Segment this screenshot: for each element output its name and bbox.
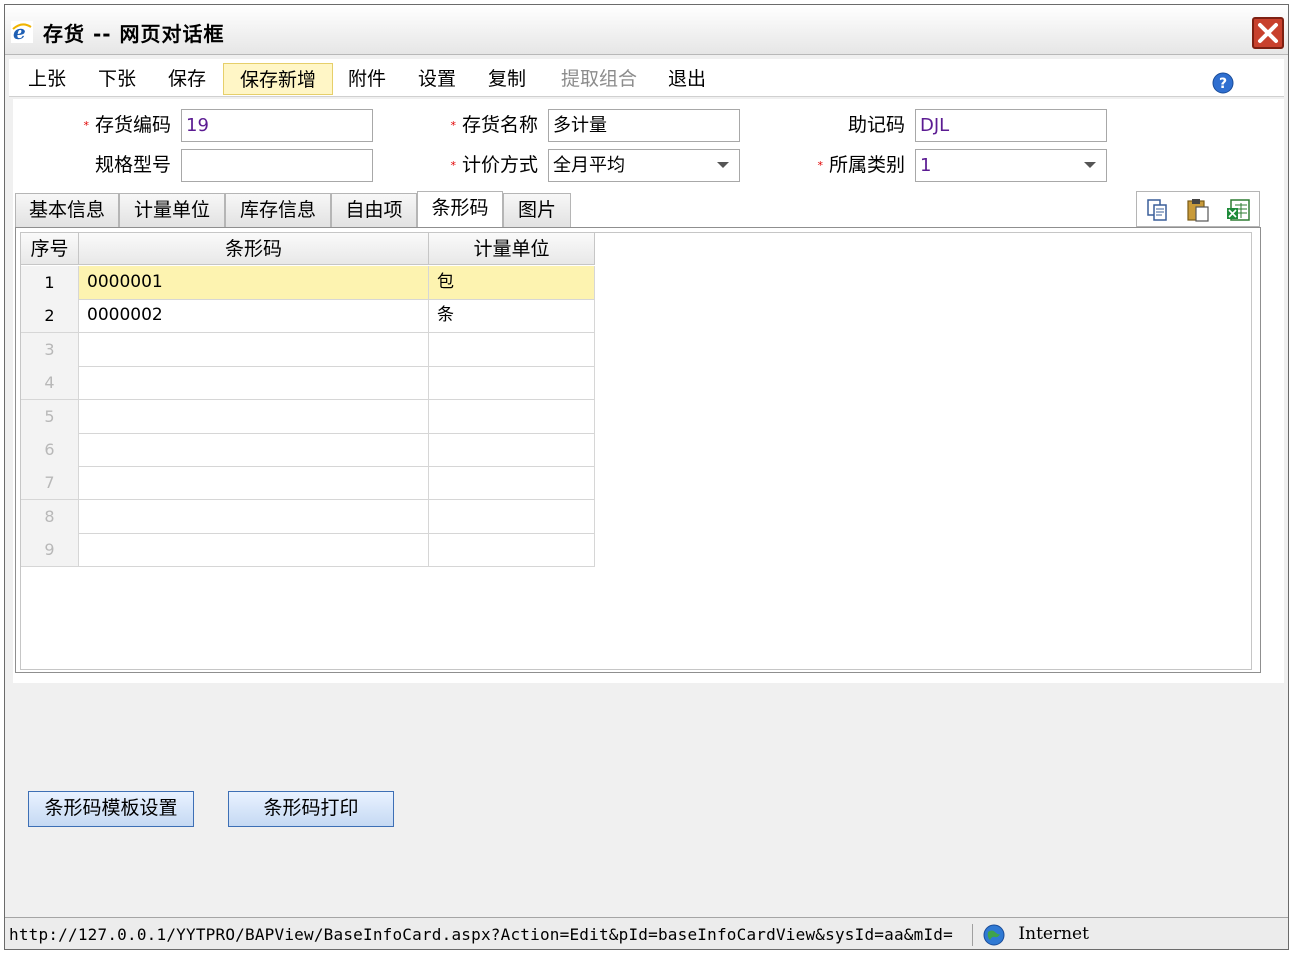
toolbar-save-new-button[interactable]: 保存新增 [223,63,333,95]
grid-cell-unit[interactable] [429,332,595,367]
grid-cell-no: 1 [21,266,79,300]
grid-cell-unit[interactable] [429,399,595,434]
toolbar-extract-combo-button[interactable]: 提取组合 [549,63,649,95]
grid-cell-no: 4 [21,366,79,401]
excel-export-icon[interactable] [1225,197,1253,223]
grid-cell-unit[interactable]: 包 [429,266,595,300]
grid-cell-unit[interactable]: 条 [429,299,595,334]
grid-cell-unit[interactable] [429,533,595,568]
tab-units[interactable]: 计量单位 [119,193,225,227]
tab-free-items[interactable]: 自由项 [331,193,417,227]
grid-cell-no: 5 [21,399,79,434]
grid-cell-barcode[interactable] [79,466,429,501]
pricing-select[interactable]: 全月平均 [548,149,740,182]
toolbar-attachment-button[interactable]: 附件 [339,63,395,95]
title-bar[interactable]: e 存货 -- 网页对话框 [5,5,1288,55]
grid-cell-no: 9 [21,533,79,568]
grid-cell-barcode[interactable] [79,399,429,434]
grid-cell-barcode[interactable] [79,433,429,467]
close-button[interactable] [1252,17,1284,49]
toolbar: 上张 下张 保存 保存新增 附件 设置 复制 提取组合 退出 ? [9,59,1284,97]
paste-icon[interactable] [1185,197,1211,223]
toolbar-save-button[interactable]: 保存 [159,63,215,95]
help-icon[interactable]: ? [1212,72,1234,94]
barcode-grid-panel: 序号 条形码 计量单位 1 0000001 包 2 0000002 条 3 4 5 6 7 8 9 [15,227,1261,673]
toolbar-copy-button[interactable]: 复制 [479,63,535,95]
grid-cell-barcode[interactable] [79,332,429,367]
grid-cell-barcode[interactable]: 0000002 [79,299,429,334]
security-zone: Internet [983,922,1089,946]
tab-barcode[interactable]: 条形码 [417,191,503,227]
status-url: http://127.0.0.1/YYTPRO/BAPView/BaseInfo… [9,924,973,946]
grid-cell-barcode[interactable] [79,533,429,568]
security-zone-label: Internet [1018,924,1089,944]
barcode-grid: 序号 条形码 计量单位 1 0000001 包 2 0000002 条 3 4 5 6 7 8 9 [20,232,1252,670]
pricing-select-value: 全月平均 [553,155,625,176]
category-select-value: 1 [920,155,932,176]
toolbar-settings-button[interactable]: 设置 [409,63,465,95]
grid-header-no[interactable]: 序号 [21,233,79,265]
spec-input[interactable] [181,149,373,182]
tab-images[interactable]: 图片 [503,193,571,227]
grid-cell-unit[interactable] [429,499,595,534]
name-input[interactable]: 多计量 [548,109,740,142]
ie-icon: e [11,21,33,43]
mnemonic-input[interactable]: DJL [915,109,1107,142]
dialog-window: e 存货 -- 网页对话框 上张 下张 保存 保存新增 附件 设置 复制 提取组… [4,4,1289,950]
close-icon [1258,23,1278,43]
grid-cell-barcode[interactable]: 0000001 [79,266,429,300]
grid-cell-no: 2 [21,299,79,334]
grid-cell-no: 6 [21,433,79,467]
globe-icon [983,924,1005,945]
grid-action-icons [1136,191,1260,227]
grid-cell-no: 8 [21,499,79,534]
form-area: * 存货编码 19 * 存货名称 多计量 助记码 DJL 规格型号 * 计价方式 全月… [13,99,1284,683]
mnemonic-label: 助记码 [847,114,905,136]
grid-cell-barcode[interactable] [79,499,429,534]
grid-cell-unit[interactable] [429,433,595,467]
toolbar-next-button[interactable]: 下张 [89,63,145,95]
chevron-down-icon[interactable] [1084,162,1096,168]
grid-cell-no: 7 [21,466,79,501]
tab-basic-info[interactable]: 基本信息 [15,193,119,227]
pricing-label: * 计价方式 [450,154,538,176]
spec-label: 规格型号 [94,154,171,176]
category-label: * 所属类别 [817,154,905,176]
status-bar: http://127.0.0.1/YYTPRO/BAPView/BaseInfo… [5,917,1288,949]
toolbar-exit-button[interactable]: 退出 [659,63,715,95]
barcode-template-setup-button[interactable]: 条形码模板设置 [28,791,194,827]
svg-text:?: ? [1219,76,1227,92]
grid-header-unit[interactable]: 计量单位 [429,233,595,265]
chevron-down-icon[interactable] [717,162,729,168]
grid-cell-unit[interactable] [429,366,595,401]
name-label: * 存货名称 [450,114,538,136]
grid-cell-no: 3 [21,332,79,367]
copy-icon[interactable] [1145,197,1171,223]
toolbar-prev-button[interactable]: 上张 [19,63,75,95]
grid-header-barcode[interactable]: 条形码 [79,233,429,265]
grid-cell-barcode[interactable] [79,366,429,401]
tab-inventory-info[interactable]: 库存信息 [225,193,331,227]
window-title: 存货 -- 网页对话框 [43,22,225,46]
code-label: * 存货编码 [83,114,171,136]
barcode-print-button[interactable]: 条形码打印 [228,791,394,827]
category-select[interactable]: 1 [915,149,1107,182]
code-input[interactable]: 19 [181,109,373,142]
grid-cell-unit[interactable] [429,466,595,501]
